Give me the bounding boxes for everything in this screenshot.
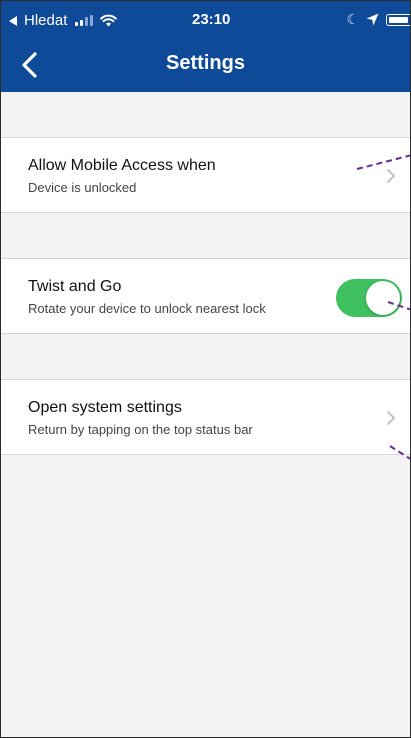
battery-icon — [386, 13, 410, 26]
status-back-app-label: Hledat — [24, 12, 68, 29]
setting-subtitle: Rotate your device to unlock nearest loc… — [28, 301, 266, 316]
settings-list: Allow Mobile Access when Device is unloc… — [1, 92, 410, 455]
page-title: Settings — [166, 52, 245, 74]
setting-row-open-system-settings[interactable]: Open system settings Return by tapping o… — [1, 379, 410, 455]
toggle-knob — [366, 281, 400, 315]
setting-title: Open system settings — [28, 399, 182, 416]
setting-title: Twist and Go — [28, 278, 122, 295]
status-right-icons: ☾ — [346, 11, 410, 28]
twist-and-go-toggle[interactable] — [336, 279, 402, 317]
setting-subtitle: Device is unlocked — [28, 180, 137, 195]
chevron-right-icon — [387, 169, 395, 183]
chevron-right-icon — [387, 411, 395, 425]
status-bar: Hledat 23:10 ☾ — [1, 1, 410, 41]
signal-icon — [75, 15, 94, 26]
status-back-to-app[interactable]: Hledat — [9, 12, 118, 29]
status-time: 23:10 — [192, 11, 231, 28]
setting-title: Allow Mobile Access when — [28, 157, 216, 174]
setting-subtitle: Return by tapping on the top status bar — [28, 422, 253, 437]
back-triangle-icon — [9, 15, 17, 26]
moon-icon: ☾ — [346, 11, 359, 27]
app-frame: Hledat 23:10 ☾ Settings Allow Mobile Acc… — [0, 0, 411, 738]
location-arrow-icon — [366, 13, 379, 26]
setting-row-twist-and-go: Twist and Go Rotate your device to unloc… — [1, 258, 410, 334]
header: Hledat 23:10 ☾ Settings — [1, 1, 410, 92]
wifi-icon — [100, 14, 118, 27]
setting-row-mobile-access[interactable]: Allow Mobile Access when Device is unloc… — [1, 137, 410, 213]
